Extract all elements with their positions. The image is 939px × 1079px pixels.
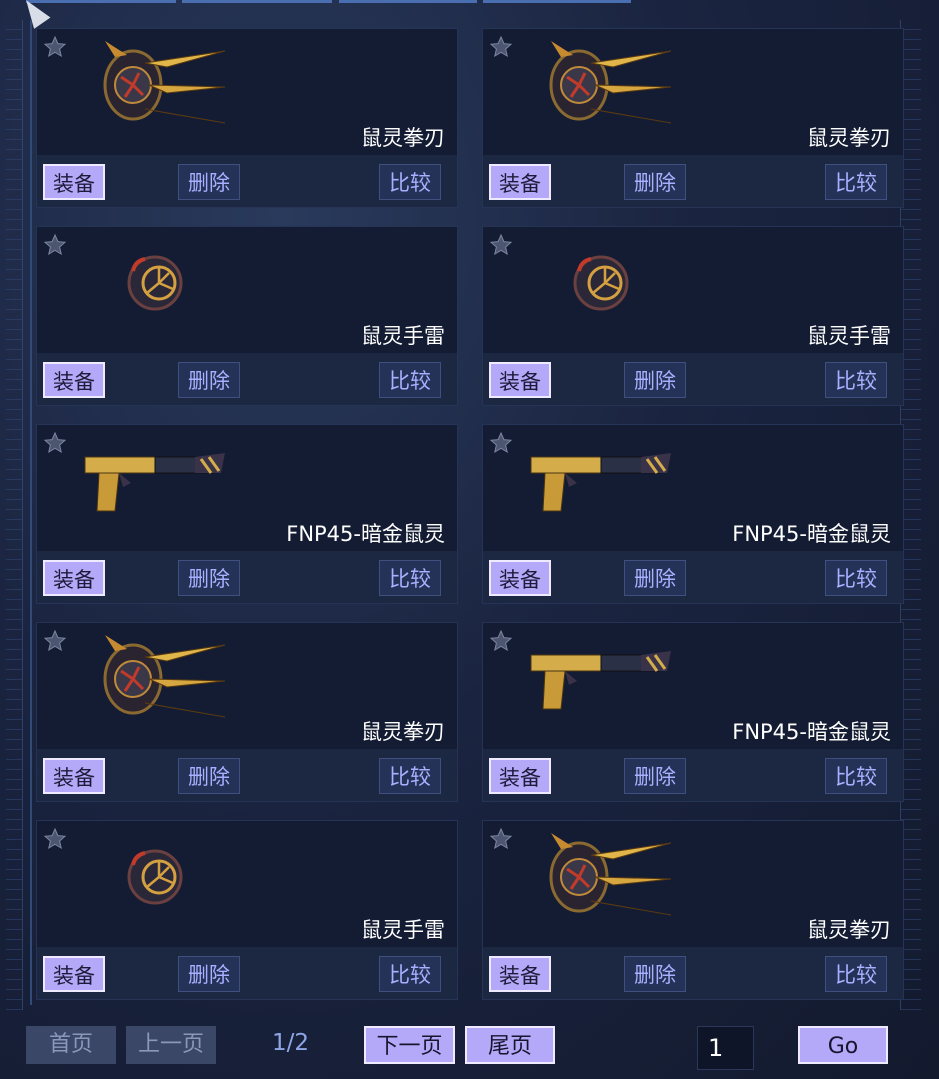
delete-button[interactable]: 删除 [624, 758, 686, 794]
last-page-button[interactable]: 尾页 [465, 1026, 555, 1064]
favorite-star-icon[interactable] [43, 35, 67, 59]
item-name: 鼠灵拳刃 [361, 126, 445, 150]
favorite-star-icon[interactable] [489, 35, 513, 59]
compare-button[interactable]: 比较 [379, 758, 441, 794]
item-card[interactable]: 鼠灵手雷装备 删除 比较 [36, 226, 458, 406]
item-card[interactable]: FNP45-暗金鼠灵装备 删除 比较 [36, 424, 458, 604]
item-name: FNP45-暗金鼠灵 [732, 720, 891, 744]
top-tab-strip [0, 0, 939, 6]
equip-button[interactable]: 装备 [489, 362, 551, 398]
pistol-icon [75, 429, 235, 529]
equip-button[interactable]: 装备 [489, 758, 551, 794]
left-ruler [6, 20, 23, 1010]
item-name: FNP45-暗金鼠灵 [286, 522, 445, 546]
pistol-icon [521, 627, 681, 727]
favorite-star-icon[interactable] [43, 233, 67, 257]
knuckle-blade-icon [75, 33, 235, 133]
delete-button[interactable]: 删除 [624, 362, 686, 398]
item-name: 鼠灵手雷 [361, 324, 445, 348]
compare-button[interactable]: 比较 [825, 956, 887, 992]
favorite-star-icon[interactable] [489, 827, 513, 851]
grenade-icon [75, 231, 235, 331]
delete-button[interactable]: 删除 [178, 956, 240, 992]
equip-button[interactable]: 装备 [43, 164, 105, 200]
favorite-star-icon[interactable] [43, 431, 67, 455]
compare-button[interactable]: 比较 [379, 560, 441, 596]
delete-button[interactable]: 删除 [624, 956, 686, 992]
equip-button[interactable]: 装备 [489, 560, 551, 596]
grenade-icon [75, 825, 235, 925]
compare-button[interactable]: 比较 [379, 956, 441, 992]
equip-button[interactable]: 装备 [43, 560, 105, 596]
first-page-button[interactable]: 首页 [26, 1026, 116, 1064]
frame-border [30, 20, 32, 1005]
delete-button[interactable]: 删除 [178, 164, 240, 200]
item-name: 鼠灵拳刃 [807, 918, 891, 942]
item-card[interactable]: 鼠灵拳刃装备 删除 比较 [36, 622, 458, 802]
knuckle-blade-icon [75, 627, 235, 727]
favorite-star-icon[interactable] [43, 827, 67, 851]
grenade-icon [521, 231, 681, 331]
delete-button[interactable]: 删除 [624, 164, 686, 200]
favorite-star-icon[interactable] [43, 629, 67, 653]
go-button[interactable]: Go [798, 1026, 888, 1064]
delete-button[interactable]: 删除 [178, 758, 240, 794]
knuckle-blade-icon [521, 33, 681, 133]
item-card[interactable]: FNP45-暗金鼠灵装备 删除 比较 [482, 622, 904, 802]
equip-button[interactable]: 装备 [489, 164, 551, 200]
next-page-button[interactable]: 下一页 [364, 1026, 455, 1064]
equip-button[interactable]: 装备 [43, 758, 105, 794]
compare-button[interactable]: 比较 [825, 560, 887, 596]
item-name: 鼠灵手雷 [361, 918, 445, 942]
compare-button[interactable]: 比较 [825, 758, 887, 794]
item-card[interactable]: 鼠灵拳刃装备 删除 比较 [482, 28, 904, 208]
page-indicator: 1/2 [272, 1030, 310, 1056]
compare-button[interactable]: 比较 [379, 362, 441, 398]
compare-button[interactable]: 比较 [825, 362, 887, 398]
item-name: FNP45-暗金鼠灵 [732, 522, 891, 546]
page-number-input[interactable]: 1 [697, 1026, 754, 1070]
item-card[interactable]: 鼠灵手雷装备 删除 比较 [36, 820, 458, 1000]
equip-button[interactable]: 装备 [43, 362, 105, 398]
compare-button[interactable]: 比较 [379, 164, 441, 200]
item-name: 鼠灵手雷 [807, 324, 891, 348]
delete-button[interactable]: 删除 [178, 362, 240, 398]
equip-button[interactable]: 装备 [43, 956, 105, 992]
knuckle-blade-icon [521, 825, 681, 925]
favorite-star-icon[interactable] [489, 233, 513, 257]
pistol-icon [521, 429, 681, 529]
equip-button[interactable]: 装备 [489, 956, 551, 992]
favorite-star-icon[interactable] [489, 431, 513, 455]
delete-button[interactable]: 删除 [624, 560, 686, 596]
pagination-bar: 首页 上一页 1/2 下一页 尾页 1 Go [0, 1020, 939, 1079]
previous-page-button[interactable]: 上一页 [126, 1026, 216, 1064]
delete-button[interactable]: 删除 [178, 560, 240, 596]
item-name: 鼠灵拳刃 [807, 126, 891, 150]
item-card[interactable]: 鼠灵拳刃装备 删除 比较 [36, 28, 458, 208]
compare-button[interactable]: 比较 [825, 164, 887, 200]
item-name: 鼠灵拳刃 [361, 720, 445, 744]
favorite-star-icon[interactable] [489, 629, 513, 653]
item-card[interactable]: 鼠灵手雷装备 删除 比较 [482, 226, 904, 406]
item-card[interactable]: FNP45-暗金鼠灵装备 删除 比较 [482, 424, 904, 604]
item-card[interactable]: 鼠灵拳刃装备 删除 比较 [482, 820, 904, 1000]
